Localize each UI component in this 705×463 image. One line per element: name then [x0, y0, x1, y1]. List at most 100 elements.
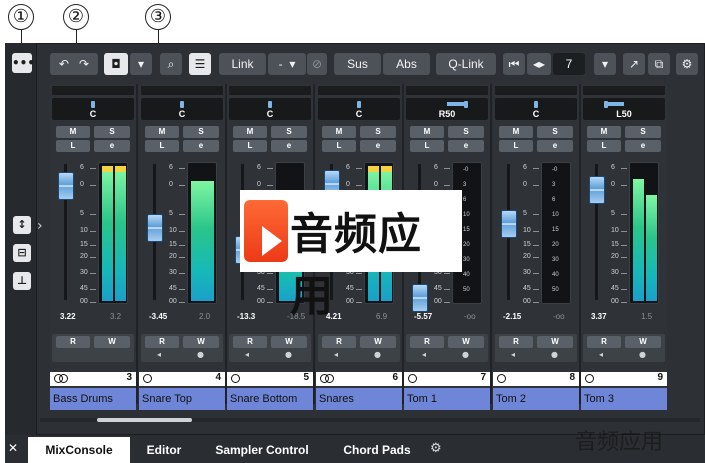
write-automation-button[interactable]: W	[94, 336, 130, 348]
peak-value[interactable]: 2.0	[199, 312, 210, 321]
monitor-icon[interactable]: ◂	[422, 350, 426, 359]
close-icon[interactable]: ✕	[8, 441, 18, 455]
volume-fader[interactable]	[589, 176, 605, 204]
insert-slot[interactable]	[52, 86, 134, 95]
routing-icon[interactable]: ⊟	[13, 244, 31, 262]
edit-channel-button[interactable]: e	[537, 140, 573, 152]
detach-icon[interactable]: ↗	[623, 53, 645, 75]
mute-button[interactable]: M	[410, 126, 444, 138]
tab-mixconsole[interactable]: MixConsole	[28, 437, 130, 463]
listen-button[interactable]: L	[145, 140, 179, 152]
channel-name[interactable]: Tom 3	[581, 388, 667, 410]
functions-menu-icon[interactable]: ▾	[594, 53, 616, 75]
peak-value[interactable]: -oo	[553, 312, 565, 321]
tab-sampler-control[interactable]: Sampler Control	[210, 437, 314, 463]
mute-button[interactable]: M	[56, 126, 90, 138]
edit-channel-button[interactable]: e	[183, 140, 219, 152]
edit-channel-button[interactable]: e	[94, 140, 130, 152]
channel-name[interactable]: Snare Top	[139, 388, 225, 410]
snapshot-dropdown-icon[interactable]: ▾	[130, 53, 152, 75]
peak-value[interactable]: 3.2	[110, 312, 121, 321]
tab-editor[interactable]: Editor	[140, 437, 188, 463]
channel-name[interactable]: Tom 1	[404, 388, 490, 410]
pan-control[interactable]: C	[318, 98, 400, 120]
read-automation-button[interactable]: R	[587, 336, 621, 348]
record-enable-icon[interactable]: ●	[197, 350, 204, 359]
channel-name[interactable]: Bass Drums	[50, 388, 136, 410]
record-enable-icon[interactable]: ●	[462, 350, 469, 359]
insert-slot[interactable]	[318, 86, 400, 95]
mixer-faders-icon[interactable]: ↕	[13, 216, 31, 234]
pan-control[interactable]: R50	[406, 98, 488, 120]
insert-slot[interactable]	[583, 86, 665, 95]
expand-icon[interactable]: ›	[37, 218, 43, 234]
insert-slot[interactable]	[495, 86, 577, 95]
output-icon[interactable]: ⊥	[13, 272, 31, 290]
volume-value[interactable]: 3.22	[60, 312, 76, 321]
edit-channel-button[interactable]: e	[448, 140, 484, 152]
listen-button[interactable]: L	[499, 140, 533, 152]
write-automation-button[interactable]: W	[360, 336, 396, 348]
solo-button[interactable]: S	[360, 126, 396, 138]
visible-channels-field[interactable]: 7	[553, 53, 585, 75]
write-automation-button[interactable]: W	[271, 336, 307, 348]
read-automation-button[interactable]: R	[145, 336, 179, 348]
monitor-icon[interactable]: ◂	[157, 350, 161, 359]
read-automation-button[interactable]: R	[233, 336, 267, 348]
more-options-icon[interactable]: •••	[12, 53, 35, 73]
peak-value[interactable]: -oo	[464, 312, 476, 321]
volume-value[interactable]: -3.45	[149, 312, 167, 321]
read-automation-button[interactable]: R	[56, 336, 90, 348]
read-automation-button[interactable]: R	[499, 336, 533, 348]
listen-button[interactable]: L	[410, 140, 444, 152]
monitor-icon[interactable]: ◂	[334, 350, 338, 359]
suspend-link-icon[interactable]: ⊘	[307, 53, 327, 75]
write-automation-button[interactable]: W	[537, 336, 573, 348]
link-button[interactable]: Link	[219, 53, 266, 75]
redo-icon[interactable]: ↷	[79, 57, 89, 71]
monitor-icon[interactable]: ◂	[599, 350, 603, 359]
qlink-button[interactable]: Q-Link	[436, 53, 496, 75]
record-enable-icon[interactable]: ●	[285, 350, 292, 359]
volume-value[interactable]: -13.3	[237, 312, 255, 321]
tab-chord-pads[interactable]: Chord Pads	[338, 437, 416, 463]
snapshot-icon[interactable]: ◘	[104, 53, 128, 75]
link-mode-dropdown[interactable]: - ▾	[268, 53, 306, 75]
solo-button[interactable]: S	[625, 126, 661, 138]
solo-button[interactable]: S	[448, 126, 484, 138]
volume-value[interactable]: 3.37	[591, 312, 607, 321]
record-enable-icon[interactable]: ●	[639, 350, 646, 359]
search-icon[interactable]: ⌕	[160, 53, 182, 75]
write-automation-button[interactable]: W	[625, 336, 661, 348]
prev-channel-icon[interactable]: ⏮	[503, 53, 525, 75]
insert-slot[interactable]	[229, 86, 311, 95]
mute-button[interactable]: M	[587, 126, 621, 138]
channel-name[interactable]: Snare Bottom	[227, 388, 313, 410]
insert-slot[interactable]	[406, 86, 488, 95]
pan-control[interactable]: C	[229, 98, 311, 120]
settings-icon[interactable]: ⚙	[676, 53, 698, 75]
listen-button[interactable]: L	[587, 140, 621, 152]
monitor-icon[interactable]: ◂	[245, 350, 249, 359]
mute-button[interactable]: M	[145, 126, 179, 138]
solo-button[interactable]: S	[271, 126, 307, 138]
channel-width-icon[interactable]: ◂▸	[527, 53, 551, 75]
pan-control[interactable]: C	[495, 98, 577, 120]
scrollbar-thumb[interactable]	[97, 418, 192, 422]
record-enable-icon[interactable]: ●	[374, 350, 381, 359]
volume-fader[interactable]	[58, 172, 74, 200]
pan-control[interactable]: C	[52, 98, 134, 120]
listen-button[interactable]: L	[322, 140, 356, 152]
list-icon[interactable]: ☰	[189, 53, 211, 75]
solo-button[interactable]: S	[183, 126, 219, 138]
mute-button[interactable]: M	[499, 126, 533, 138]
volume-fader[interactable]	[501, 210, 517, 238]
read-automation-button[interactable]: R	[410, 336, 444, 348]
edit-channel-button[interactable]: e	[625, 140, 661, 152]
insert-slot[interactable]	[141, 86, 223, 95]
channel-name[interactable]: Snares	[316, 388, 402, 410]
pan-control[interactable]: L50	[583, 98, 665, 120]
window-settings-icon[interactable]: ⧉	[648, 53, 670, 75]
peak-value[interactable]: 1.5	[641, 312, 652, 321]
write-automation-button[interactable]: W	[183, 336, 219, 348]
